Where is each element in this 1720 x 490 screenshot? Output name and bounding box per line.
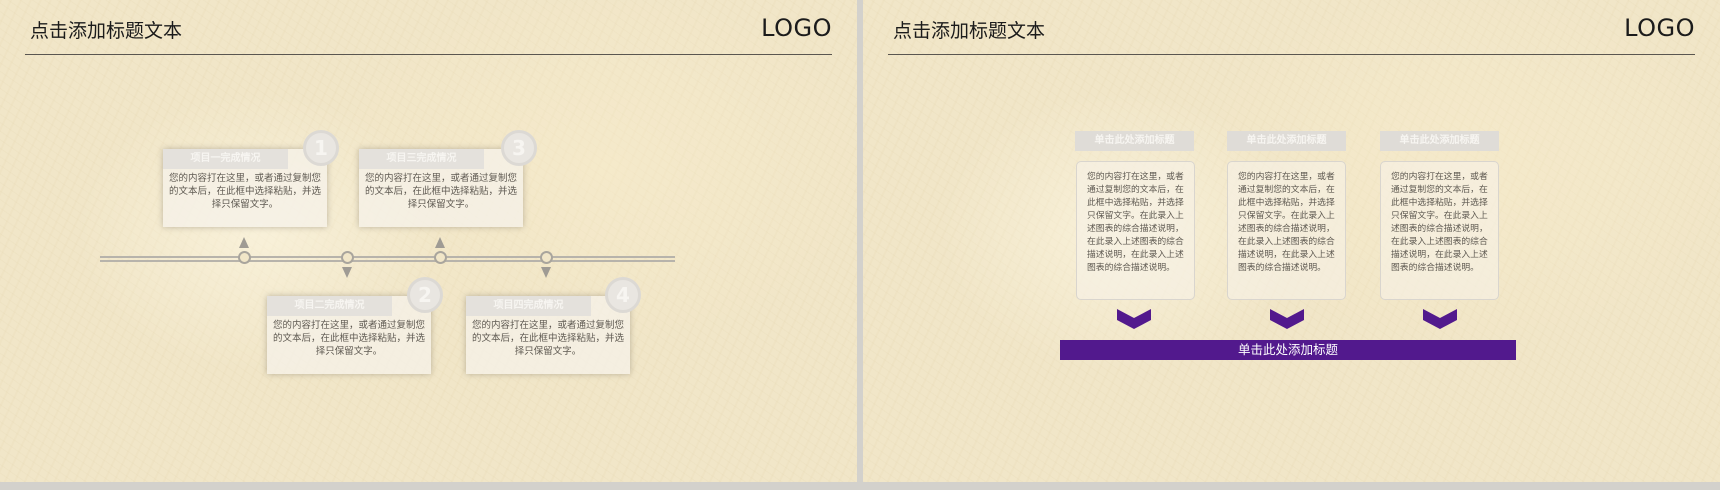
card-heading: 项目二完成情况: [267, 296, 392, 316]
column-box-1[interactable]: 您的内容打在这里，或者通过复制您的文本后，在此框中选择粘贴，并选择只保留文字。在…: [1076, 161, 1195, 300]
slide-timeline: 点击添加标题文本 LOGO 项目一完成情况 您的内容打在这里，或者通过复制您的文…: [0, 0, 857, 482]
slide-title[interactable]: 点击添加标题文本: [30, 16, 182, 43]
pointer-down-2: [342, 267, 352, 278]
logo: LOGO: [761, 14, 832, 42]
slide-title[interactable]: 点击添加标题文本: [893, 16, 1045, 43]
column-body: 您的内容打在这里，或者通过复制您的文本后，在此框中选择粘贴，并选择只保留文字。在…: [1391, 172, 1488, 273]
card-body: 您的内容打在这里，或者通过复制您的文本后，在此框中选择粘贴，并选择只保留文字。: [471, 320, 624, 357]
header-divider: [25, 54, 832, 55]
timeline-line-top: [100, 256, 675, 258]
card-heading: 项目四完成情况: [466, 296, 591, 316]
chevron-down-icon: [1270, 309, 1304, 329]
column-tag-1[interactable]: 单击此处添加标题: [1075, 131, 1194, 151]
header-divider: [888, 54, 1695, 55]
card-body: 您的内容打在这里，或者通过复制您的文本后，在此框中选择粘贴，并选择只保留文字。: [168, 173, 321, 210]
summary-bar[interactable]: 单击此处添加标题: [1060, 340, 1516, 360]
card-body: 您的内容打在这里，或者通过复制您的文本后，在此框中选择粘贴，并选择只保留文字。: [364, 173, 517, 210]
timeline-node-4: [540, 251, 553, 264]
step-number-3: 3: [501, 130, 537, 166]
timeline-line-bottom: [100, 260, 675, 262]
card-heading: 项目一完成情况: [163, 149, 288, 169]
timeline-card-4[interactable]: 项目四完成情况 您的内容打在这里，或者通过复制您的文本后，在此框中选择粘贴，并选…: [466, 296, 630, 374]
timeline-card-1[interactable]: 项目一完成情况 您的内容打在这里，或者通过复制您的文本后，在此框中选择粘贴，并选…: [163, 149, 327, 227]
pointer-up-3: [435, 237, 445, 248]
chevron-down-icon: [1423, 309, 1457, 329]
step-number-4: 4: [605, 277, 641, 313]
chevron-down-icon: [1117, 309, 1151, 329]
pointer-down-4: [541, 267, 551, 278]
column-box-3[interactable]: 您的内容打在这里，或者通过复制您的文本后，在此框中选择粘贴，并选择只保留文字。在…: [1380, 161, 1499, 300]
card-body: 您的内容打在这里，或者通过复制您的文本后，在此框中选择粘贴，并选择只保留文字。: [272, 320, 425, 357]
timeline-card-3[interactable]: 项目三完成情况 您的内容打在这里，或者通过复制您的文本后，在此框中选择粘贴，并选…: [359, 149, 523, 227]
card-heading: 项目三完成情况: [359, 149, 484, 169]
timeline-node-2: [341, 251, 354, 264]
timeline-node-3: [434, 251, 447, 264]
pointer-up-1: [239, 237, 249, 248]
logo: LOGO: [1624, 14, 1695, 42]
column-body: 您的内容打在这里，或者通过复制您的文本后，在此框中选择粘贴，并选择只保留文字。在…: [1087, 172, 1184, 273]
step-number-1: 1: [303, 130, 339, 166]
column-box-2[interactable]: 您的内容打在这里，或者通过复制您的文本后，在此框中选择粘贴，并选择只保留文字。在…: [1227, 161, 1346, 300]
timeline-card-2[interactable]: 项目二完成情况 您的内容打在这里，或者通过复制您的文本后，在此框中选择粘贴，并选…: [267, 296, 431, 374]
step-number-2: 2: [407, 277, 443, 313]
column-tag-2[interactable]: 单击此处添加标题: [1227, 131, 1346, 151]
column-tag-3[interactable]: 单击此处添加标题: [1380, 131, 1499, 151]
timeline-node-1: [238, 251, 251, 264]
column-body: 您的内容打在这里，或者通过复制您的文本后，在此框中选择粘贴，并选择只保留文字。在…: [1238, 172, 1335, 273]
slide-columns: 点击添加标题文本 LOGO 单击此处添加标题 您的内容打在这里，或者通过复制您的…: [863, 0, 1720, 482]
